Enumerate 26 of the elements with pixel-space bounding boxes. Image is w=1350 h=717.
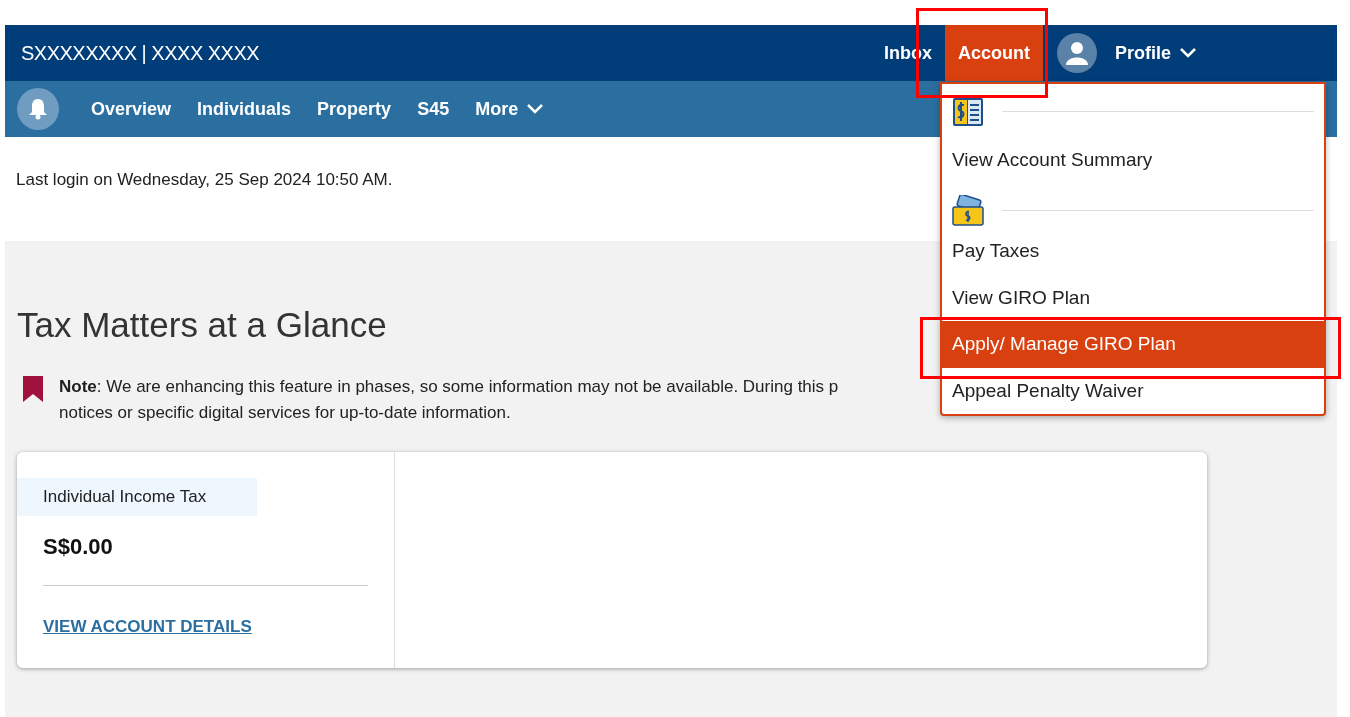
bookmark-icon — [23, 375, 43, 402]
menu-item[interactable]: Appeal Penalty Waiver — [942, 367, 1324, 414]
more-menu[interactable]: More — [475, 95, 545, 123]
top-link[interactable]: Account — [945, 25, 1043, 81]
profile-menu[interactable]: Profile — [1115, 39, 1197, 67]
user-id: SXXXXXXXX | XXXX XXXX — [21, 41, 261, 66]
nav-link[interactable]: S45 — [417, 95, 450, 123]
nav-link[interactable]: Overview — [91, 95, 172, 123]
money-document-icon — [952, 95, 984, 128]
view-account-details-link[interactable]: VIEW ACCOUNT DETAILS — [43, 613, 252, 639]
wallet-icon — [952, 194, 984, 227]
nav-link[interactable]: Individuals — [197, 95, 292, 123]
avatar-icon[interactable] — [1057, 33, 1097, 73]
menu-item[interactable]: View Account Summary — [942, 129, 1324, 191]
chevron-down-icon — [526, 103, 545, 115]
last-login-text: Last login on Wednesday, 25 Sep 2024 10:50 AM. — [16, 170, 393, 189]
note-text: Note: We are enhancing this feature in phases, so some information may not be available. During this p notices or specific digital services for up-to-date information. — [59, 375, 839, 424]
bell-icon[interactable] — [17, 88, 59, 130]
amount-text: S$0.00 — [43, 532, 113, 561]
menu-item[interactable]: Pay Taxes — [942, 228, 1324, 275]
menu-item[interactable]: Apply/ Manage GIRO Plan — [942, 321, 1324, 368]
chevron-down-icon — [1179, 47, 1197, 59]
page-heading: Tax Matters at a Glance — [17, 304, 387, 346]
nav-link[interactable]: Property — [317, 95, 392, 123]
menu-item[interactable]: View GIRO Plan — [942, 274, 1324, 322]
tax-type-tag: Individual Income Tax — [17, 477, 257, 516]
